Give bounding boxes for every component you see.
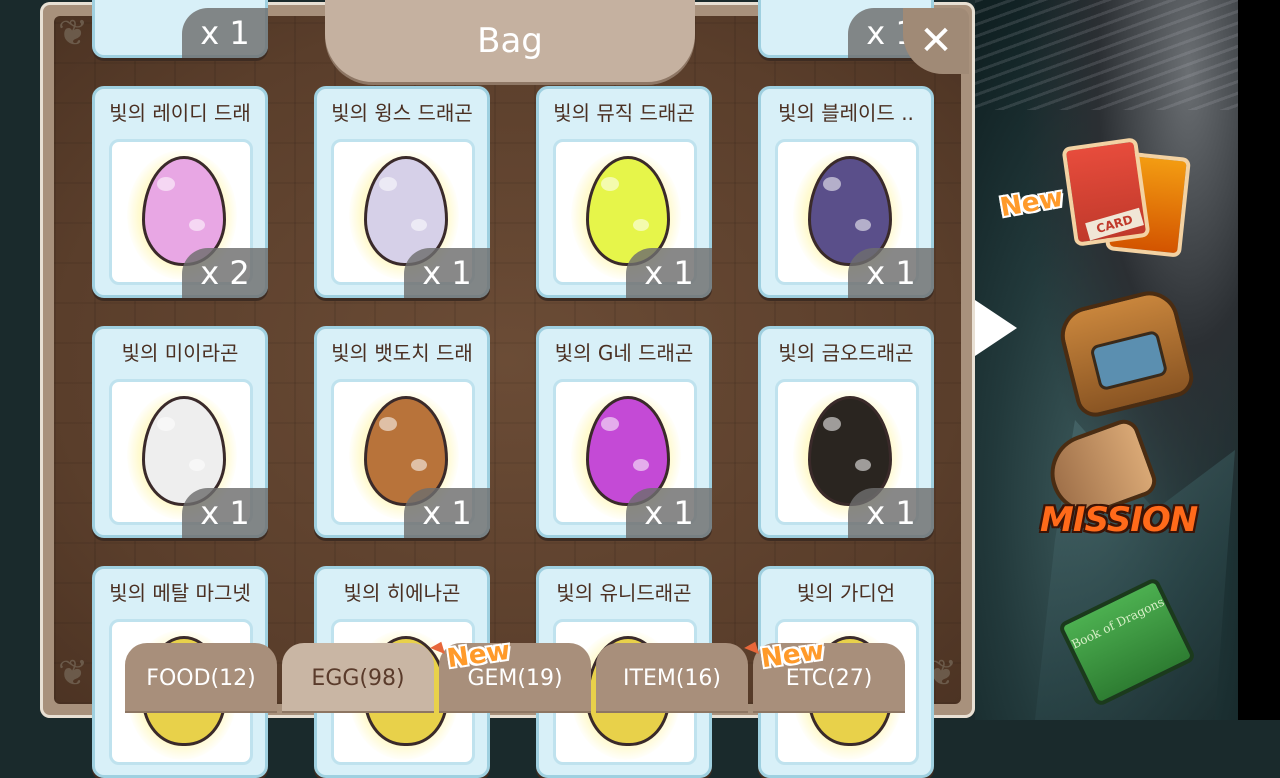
item-card-partial[interactable]: x 1 xyxy=(92,0,268,58)
collapse-arrow-icon[interactable] xyxy=(975,300,1017,356)
corner-ornament-icon: ❦ xyxy=(58,653,89,694)
item-card[interactable]: 빛의 G네 드래곤 x 1 xyxy=(536,326,712,538)
item-count: x 1 xyxy=(626,488,712,538)
item-name: 빛의 윙스 드래곤 xyxy=(331,101,473,125)
item-name: 빛의 미이라곤 xyxy=(121,341,239,365)
background-swirl xyxy=(975,0,1280,110)
close-icon: ✕ xyxy=(919,18,953,64)
book-icon: Book of Dragons xyxy=(1057,576,1197,708)
item-name: 빛의 유니드래곤 xyxy=(556,581,692,605)
item-name: 빛의 메탈 마그넷 xyxy=(109,581,251,605)
item-count: x 1 xyxy=(848,248,934,298)
item-count: x 1 xyxy=(182,8,268,58)
tab-food[interactable]: FOOD(12) xyxy=(125,643,277,713)
item-count: x 1 xyxy=(626,248,712,298)
item-name: 빛의 뱃도치 드래 xyxy=(331,341,473,365)
screen-edge xyxy=(1238,0,1280,720)
tab-label: ITEM(16) xyxy=(623,665,721,691)
card-menu-button[interactable]: CARD xyxy=(1061,137,1198,262)
item-name: 빛의 금오드래곤 xyxy=(778,341,914,365)
bag-menu-button[interactable] xyxy=(1054,285,1198,421)
card-label: CARD xyxy=(1085,207,1144,241)
item-card[interactable]: 빛의 뮤직 드래곤 x 1 xyxy=(536,86,712,298)
item-card[interactable]: 빛의 뱃도치 드래 x 1 xyxy=(314,326,490,538)
mission-label: MISSION xyxy=(1040,500,1198,540)
tab-item[interactable]: ITEM(16) xyxy=(596,643,748,713)
item-count: x 1 xyxy=(182,488,268,538)
item-name: 빛의 히에나곤 xyxy=(343,581,461,605)
item-count: x 1 xyxy=(404,248,490,298)
item-name: 빛의 G네 드래곤 xyxy=(554,341,694,365)
backpack-icon xyxy=(1054,285,1198,421)
tab-label: FOOD(12) xyxy=(146,665,256,691)
mission-menu-button[interactable]: MISSION xyxy=(1039,415,1210,546)
item-count: x 1 xyxy=(848,488,934,538)
item-name: 빛의 블레이드 .. xyxy=(778,101,914,125)
item-card[interactable]: 빛의 윙스 드래곤 x 1 xyxy=(314,86,490,298)
item-count: x 1 xyxy=(404,488,490,538)
book-label: Book of Dragons xyxy=(1069,594,1167,652)
item-count: x 2 xyxy=(182,248,268,298)
item-name: 빛의 가디언 xyxy=(796,581,896,605)
item-card[interactable]: 빛의 금오드래곤 x 1 xyxy=(758,326,934,538)
item-name: 빛의 레이디 드래 xyxy=(109,101,251,125)
item-card[interactable]: 빛의 블레이드 .. x 1 xyxy=(758,86,934,298)
corner-ornament-icon: ❦ xyxy=(58,16,89,54)
tab-egg[interactable]: EGG(98) xyxy=(282,643,434,713)
card-icon: CARD xyxy=(1061,137,1151,247)
tab-label: EGG(98) xyxy=(311,665,405,691)
item-name: 빛의 뮤직 드래곤 xyxy=(553,101,695,125)
item-card[interactable]: 빛의 미이라곤 x 1 xyxy=(92,326,268,538)
book-menu-button[interactable]: Book of Dragons xyxy=(1057,576,1197,708)
item-card[interactable]: 빛의 레이디 드래 x 2 xyxy=(92,86,268,298)
window-title: Bag xyxy=(325,0,695,82)
